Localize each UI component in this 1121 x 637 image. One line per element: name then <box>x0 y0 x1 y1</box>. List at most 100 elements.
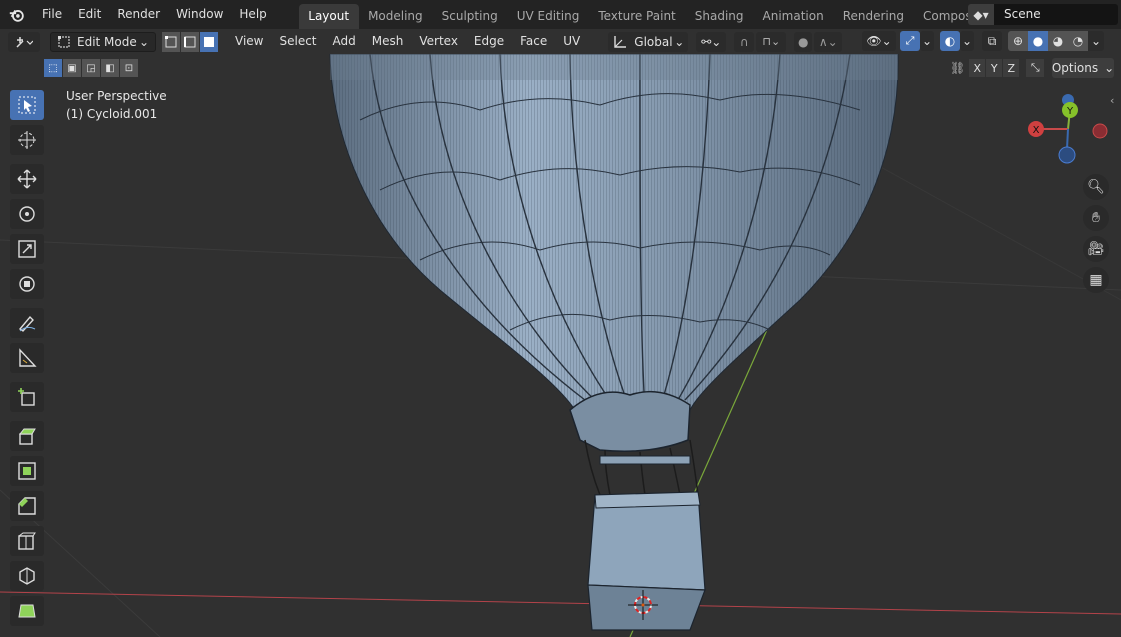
options-dropdown[interactable]: Options ⌄ <box>1052 58 1114 78</box>
magnet-icon: ∩ <box>739 34 749 49</box>
snap-toggle-button[interactable]: ∩ <box>734 31 755 52</box>
viewport-right-controls: 👁⌄ ⤢ ⌄ ◐ ⌄ ⧉ ⊕ ● ◕ ◔ ⌄ <box>862 31 1104 51</box>
pan-button[interactable]: ✋︎ <box>1083 205 1109 231</box>
scale-tool[interactable] <box>10 234 44 264</box>
wireframe-shading-button[interactable]: ⊕ <box>1008 31 1028 51</box>
bevel-tool[interactable] <box>10 491 44 521</box>
select-extend-button[interactable]: ▣ <box>63 59 81 77</box>
sidebar-toggle-icon[interactable]: ‹ <box>1110 94 1114 107</box>
navigation-gizmo[interactable]: Y X <box>1020 94 1115 169</box>
auto-merge-button[interactable]: ⤡ <box>1026 59 1045 77</box>
annotate-tool[interactable] <box>10 308 44 338</box>
poly-build-tool[interactable] <box>10 596 44 626</box>
rendered-shading-button[interactable]: ◔ <box>1068 31 1088 51</box>
select-subtract-icon: ◲ <box>86 62 96 74</box>
wireframe-sphere-icon: ⊕ <box>1012 34 1024 48</box>
zoom-button[interactable]: 🔍︎ <box>1083 174 1109 200</box>
menu-help[interactable]: Help <box>231 0 274 29</box>
material-shading-button[interactable]: ◕ <box>1048 31 1068 51</box>
chevron-down-icon: ⌄ <box>921 34 933 48</box>
transform-tool[interactable] <box>10 269 44 299</box>
mirror-icon: ⛓ <box>950 61 966 75</box>
add-cube-tool[interactable] <box>10 382 44 412</box>
rotate-tool[interactable] <box>10 199 44 229</box>
snap-increment-icon: ⊓⌄ <box>762 35 781 48</box>
menu-file[interactable]: File <box>34 0 70 29</box>
menu-view[interactable]: View <box>227 29 271 54</box>
balloon-mesh <box>329 54 899 452</box>
menu-select[interactable]: Select <box>271 29 324 54</box>
menu-edit[interactable]: Edit <box>70 0 109 29</box>
mode-dropdown[interactable]: Edit Mode ⌄ <box>50 31 156 52</box>
menu-edge[interactable]: Edge <box>466 29 512 54</box>
tab-sculpting[interactable]: Sculpting <box>432 4 507 29</box>
scene-icon[interactable]: ◆▾ <box>968 4 994 25</box>
mirror-x-button[interactable]: X <box>969 59 986 77</box>
select-extend-icon: ▣ <box>67 62 77 74</box>
select-box-tool[interactable] <box>10 90 44 120</box>
gizmo-dropdown[interactable]: ⌄ <box>920 31 934 51</box>
menu-uv[interactable]: UV <box>555 29 588 54</box>
select-mode-group <box>162 31 219 52</box>
overlay-dropdown[interactable]: ⌄ <box>960 31 974 51</box>
tab-animation[interactable]: Animation <box>753 4 833 29</box>
mirror-y-button[interactable]: Y <box>986 59 1003 77</box>
move-tool[interactable] <box>10 164 44 194</box>
select-intersect-button[interactable]: ⊡ <box>120 59 138 77</box>
transform-orientation-dropdown[interactable]: Global ⌄ <box>608 31 689 52</box>
edge-select-icon <box>184 36 196 47</box>
inset-tool[interactable] <box>10 456 44 486</box>
menu-face[interactable]: Face <box>512 29 555 54</box>
select-invert-icon: ◧ <box>105 62 115 74</box>
scene-name[interactable]: Scene <box>994 4 1118 25</box>
menu-vertex[interactable]: Vertex <box>411 29 466 54</box>
pivot-point-button[interactable]: ⚯⌄ <box>696 31 727 52</box>
options-label: Options <box>1051 61 1099 75</box>
3d-viewport[interactable]: ⬚ ▣ ◲ ◧ ⊡ User Perspective (1) Cycloid.0… <box>0 54 1121 637</box>
menu-add[interactable]: Add <box>325 29 364 54</box>
select-invert-button[interactable]: ◧ <box>101 59 119 77</box>
shading-mode-group: ⊕ ● ◕ ◔ ⌄ <box>1008 31 1104 51</box>
edge-select-button[interactable] <box>181 31 199 52</box>
falloff-curve-icon: ∧⌄ <box>818 34 838 49</box>
tab-rendering[interactable]: Rendering <box>833 4 913 29</box>
proportional-edit-button[interactable]: ● <box>794 31 813 52</box>
knife-tool[interactable] <box>10 561 44 591</box>
shading-dropdown[interactable]: ⌄ <box>1088 31 1104 51</box>
tab-uv-editing[interactable]: UV Editing <box>507 4 589 29</box>
knife-icon <box>19 567 35 585</box>
xray-toggle-button[interactable]: ⧉ <box>982 31 1002 51</box>
loop-cut-tool[interactable] <box>10 526 44 556</box>
perspective-toggle-button[interactable]: ▦ <box>1083 267 1109 293</box>
scene-selector[interactable]: ◆▾ Scene <box>968 4 1118 25</box>
menu-render[interactable]: Render <box>109 0 168 29</box>
blender-logo-icon[interactable] <box>8 6 26 24</box>
tab-modeling[interactable]: Modeling <box>359 4 433 29</box>
overlay-toggle-button[interactable]: ◐ <box>940 31 960 51</box>
eye-icon: 👁⌄ <box>866 34 892 48</box>
select-subtract-button[interactable]: ◲ <box>82 59 100 77</box>
zoom-icon: 🔍︎ <box>1087 179 1105 195</box>
pencil-icon <box>18 315 36 332</box>
solid-shading-button[interactable]: ● <box>1028 31 1048 51</box>
select-new-button[interactable]: ⬚ <box>44 59 62 77</box>
mirror-z-button[interactable]: Z <box>1003 59 1020 77</box>
visibility-button[interactable]: 👁⌄ <box>862 31 896 51</box>
solid-sphere-icon: ● <box>1032 34 1044 48</box>
face-select-button[interactable] <box>200 31 218 52</box>
extrude-tool[interactable] <box>10 421 44 451</box>
camera-view-button[interactable]: 🎥︎ <box>1083 236 1109 262</box>
gizmo-toggle-button[interactable]: ⤢ <box>900 31 920 51</box>
tab-layout[interactable]: Layout <box>298 4 359 29</box>
menu-window[interactable]: Window <box>168 0 231 29</box>
falloff-button[interactable]: ∧⌄ <box>814 31 843 52</box>
overlay-icon: ◐ <box>944 34 956 48</box>
tab-shading[interactable]: Shading <box>685 4 753 29</box>
snap-target-button[interactable]: ⊓⌄ <box>756 31 787 52</box>
measure-tool[interactable] <box>10 343 44 373</box>
tab-texture-paint[interactable]: Texture Paint <box>589 4 685 29</box>
vertex-select-button[interactable] <box>162 31 180 52</box>
editor-type-button[interactable] <box>8 31 40 52</box>
cursor-tool[interactable] <box>10 125 44 155</box>
menu-mesh[interactable]: Mesh <box>364 29 412 54</box>
